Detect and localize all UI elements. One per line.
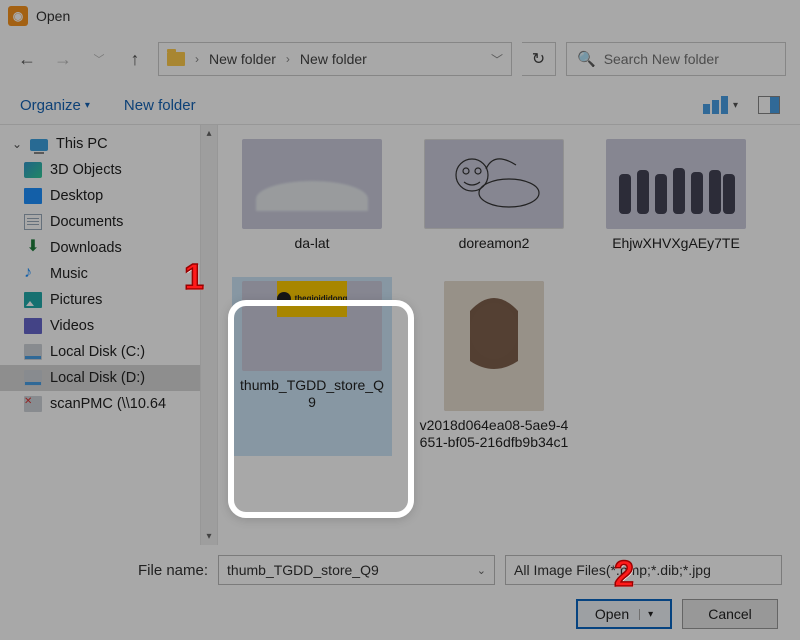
scroll-up-icon[interactable]: ▴: [201, 125, 217, 142]
file-thumbnail: [424, 139, 564, 229]
file-thumbnail: [606, 139, 746, 229]
chevron-down-icon[interactable]: ﹀: [491, 51, 503, 68]
sidebar-tree[interactable]: ⌄ This PC 3D Objects Desktop Documents ⬇…: [0, 125, 218, 545]
titlebar: ◉ Open: [0, 0, 800, 32]
tree-local-disk-c[interactable]: Local Disk (C:): [0, 339, 217, 365]
folder-icon: [167, 52, 185, 66]
file-item[interactable]: doreamon2: [414, 135, 574, 257]
disk-icon: [24, 370, 42, 386]
view-mode-dropdown[interactable]: ▾: [733, 100, 738, 111]
tree-videos[interactable]: Videos: [0, 313, 217, 339]
tree-label: 3D Objects: [50, 162, 122, 178]
chevron-right-icon: ›: [195, 52, 199, 66]
tree-local-disk-d[interactable]: Local Disk (D:): [0, 365, 217, 391]
tree-label: Videos: [50, 318, 94, 334]
tree-label: Local Disk (C:): [50, 344, 145, 360]
network-drive-icon: [24, 396, 42, 412]
breadcrumb[interactable]: New folder: [209, 51, 276, 67]
disk-icon: [24, 344, 42, 360]
window-title: Open: [36, 8, 70, 24]
file-thumbnail: [242, 139, 382, 229]
search-box[interactable]: 🔍: [566, 42, 786, 76]
tree-label: Music: [50, 266, 88, 282]
tree-label: Downloads: [50, 240, 122, 256]
file-item[interactable]: da-lat: [232, 135, 392, 257]
document-icon: [24, 214, 42, 230]
file-item-selected[interactable]: thegioididong thumb_TGDD_store_Q9: [232, 277, 392, 456]
app-icon: ◉: [8, 6, 28, 26]
file-type-filter[interactable]: All Image Files(*.bmp;*.dib;*.jpg: [505, 555, 782, 585]
file-list[interactable]: da-lat doreamon2 EhjwXHVXgAEy7TE thegioi…: [218, 125, 800, 545]
tree-downloads[interactable]: ⬇ Downloads: [0, 235, 217, 261]
tree-pictures[interactable]: Pictures: [0, 287, 217, 313]
toolbar: Organize ▾ New folder ▾: [0, 90, 800, 125]
tree-music[interactable]: ♪ Music: [0, 261, 217, 287]
file-thumbnail: thegioididong: [242, 281, 382, 371]
tree-desktop[interactable]: Desktop: [0, 183, 217, 209]
dialog-body: ⌄ This PC 3D Objects Desktop Documents ⬇…: [0, 125, 800, 545]
file-name: EhjwXHVXgAEy7TE: [612, 235, 740, 253]
open-label: Open: [595, 606, 629, 622]
file-name: doreamon2: [459, 235, 530, 253]
chevron-right-icon: ›: [286, 52, 290, 66]
tree-this-pc[interactable]: ⌄ This PC: [0, 131, 217, 157]
scroll-down-icon[interactable]: ▾: [201, 528, 217, 545]
music-icon: ♪: [24, 266, 42, 282]
forward-button[interactable]: →: [50, 46, 76, 72]
preview-pane-toggle[interactable]: [758, 96, 780, 114]
cube-icon: [24, 162, 42, 178]
file-name: v2018d064ea08-5ae9-4651-bf05-216dfb9b34c…: [419, 417, 569, 452]
search-icon: 🔍: [577, 50, 596, 68]
tree-label: Desktop: [50, 188, 103, 204]
tree-label: This PC: [56, 136, 108, 152]
file-type-value: All Image Files(*.bmp;*.dib;*.jpg: [514, 562, 711, 578]
file-item[interactable]: v2018d064ea08-5ae9-4651-bf05-216dfb9b34c…: [414, 277, 574, 456]
download-icon: ⬇: [24, 240, 42, 256]
breadcrumb[interactable]: New folder: [300, 51, 367, 67]
tree-label: scanPMC (\\10.64: [50, 396, 166, 412]
file-name: da-lat: [294, 235, 329, 253]
refresh-button[interactable]: ↻: [522, 42, 556, 76]
recent-dropdown[interactable]: ﹀: [86, 46, 112, 72]
file-name: thumb_TGDD_store_Q9: [237, 377, 387, 412]
new-folder-button[interactable]: New folder: [124, 97, 196, 114]
organize-label: Organize: [20, 97, 81, 114]
tree-label: Pictures: [50, 292, 102, 308]
tree-documents[interactable]: Documents: [0, 209, 217, 235]
sidebar-scrollbar[interactable]: ▴ ▾: [200, 125, 217, 545]
nav-row: ← → ﹀ ↑ › New folder › New folder ﹀ ↻ 🔍: [0, 32, 800, 90]
filename-label: File name:: [138, 562, 208, 579]
caret-down-icon: ▾: [85, 100, 90, 111]
tree-label: Documents: [50, 214, 123, 230]
back-button[interactable]: ←: [14, 46, 40, 72]
chevron-down-icon[interactable]: ⌄: [477, 564, 486, 577]
chevron-down-icon: ⌄: [12, 137, 24, 151]
store-sign-text: thegioididong: [295, 294, 348, 303]
file-thumbnail: [444, 281, 544, 411]
address-bar[interactable]: › New folder › New folder ﹀: [158, 42, 512, 76]
open-button[interactable]: Open ▾: [576, 599, 672, 629]
bottom-bar: File name: thumb_TGDD_store_Q9 ⌄ All Ima…: [0, 545, 800, 635]
search-input[interactable]: [604, 51, 775, 67]
open-dropdown-icon[interactable]: ▾: [639, 609, 653, 620]
up-button[interactable]: ↑: [122, 46, 148, 72]
pc-icon: [30, 139, 48, 151]
videos-icon: [24, 318, 42, 334]
pictures-icon: [24, 292, 42, 308]
tree-3d-objects[interactable]: 3D Objects: [0, 157, 217, 183]
filename-value: thumb_TGDD_store_Q9: [227, 562, 379, 578]
tree-label: Local Disk (D:): [50, 370, 145, 386]
file-item[interactable]: EhjwXHVXgAEy7TE: [596, 135, 756, 257]
organize-menu[interactable]: Organize ▾: [20, 97, 90, 114]
filename-input[interactable]: thumb_TGDD_store_Q9 ⌄: [218, 555, 495, 585]
tree-network-drive[interactable]: scanPMC (\\10.64: [0, 391, 217, 417]
view-mode-icon[interactable]: [703, 96, 729, 114]
cancel-button[interactable]: Cancel: [682, 599, 778, 629]
desktop-icon: [24, 188, 42, 204]
